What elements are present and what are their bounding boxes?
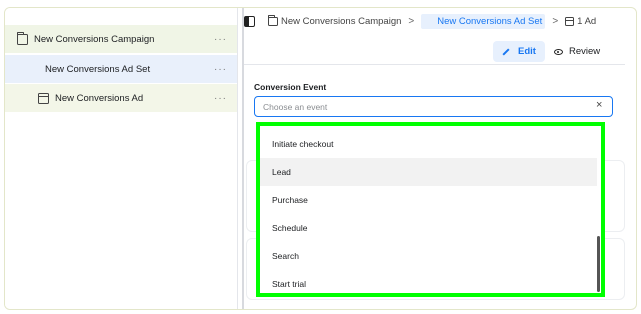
breadcrumb-separator: > [552, 15, 559, 27]
pencil-icon [502, 47, 510, 56]
tree-item-campaign-label: New Conversions Campaign [34, 33, 155, 45]
review-button-label: Review [568, 46, 601, 57]
folder-icon [268, 14, 278, 26]
campaign-tree: New Conversions Campaign ··· New Convers… [5, 8, 237, 309]
adset-grid-icon [28, 64, 39, 75]
breadcrumb-adset[interactable]: New Conversions Ad Set [421, 13, 546, 29]
breadcrumb-separator: > [408, 15, 415, 27]
review-button[interactable]: Review [548, 41, 606, 62]
breadcrumb-ad[interactable]: 1 Ad [565, 16, 596, 27]
folder-icon [17, 31, 28, 45]
tree-item-campaign[interactable]: New Conversions Campaign ··· [5, 25, 237, 53]
more-options-icon[interactable]: ··· [214, 64, 227, 75]
dropdown-option[interactable]: Lead [260, 158, 597, 186]
dropdown-option[interactable]: Start trial [260, 270, 597, 293]
dropdown-option[interactable]: Initiate checkout [260, 130, 597, 158]
breadcrumb-ad-label: 1 Ad [577, 15, 597, 27]
breadcrumb-adset-label: New Conversions Ad Set [437, 15, 543, 27]
breadcrumb: New Conversions Campaign > New Conversio… [244, 12, 596, 30]
tree-item-adset[interactable]: New Conversions Ad Set ··· [5, 55, 237, 83]
more-options-icon[interactable]: ··· [214, 34, 227, 45]
ad-icon [38, 92, 49, 104]
adset-grid-icon [424, 16, 434, 26]
dropdown-option[interactable]: Search [260, 242, 597, 270]
edit-button[interactable]: Edit [493, 41, 545, 62]
dropdown-option[interactable]: Schedule [260, 214, 597, 242]
toggle-panel-icon[interactable] [244, 15, 255, 27]
ad-icon [565, 16, 575, 26]
conversion-event-label: Conversion Event [254, 82, 327, 92]
event-dropdown: Initiate checkout Lead Purchase Schedule… [256, 122, 605, 297]
tree-item-ad[interactable]: New Conversions Ad ··· [5, 84, 237, 112]
tree-item-ad-label: New Conversions Ad [55, 92, 144, 104]
edit-button-label: Edit [518, 46, 536, 57]
dropdown-option[interactable]: Purchase [260, 186, 597, 214]
clear-icon[interactable]: × [596, 99, 602, 111]
more-options-icon[interactable]: ··· [214, 93, 227, 104]
dropdown-scrollbar[interactable] [597, 236, 600, 292]
conversion-event-input[interactable] [254, 96, 613, 117]
breadcrumb-campaign[interactable]: New Conversions Campaign [268, 14, 402, 27]
tree-item-adset-label: New Conversions Ad Set [45, 63, 151, 75]
panel-divider [237, 8, 238, 309]
header-actions: Edit Review [493, 41, 606, 62]
eye-icon [553, 48, 563, 55]
breadcrumb-campaign-label: New Conversions Campaign [281, 15, 402, 27]
